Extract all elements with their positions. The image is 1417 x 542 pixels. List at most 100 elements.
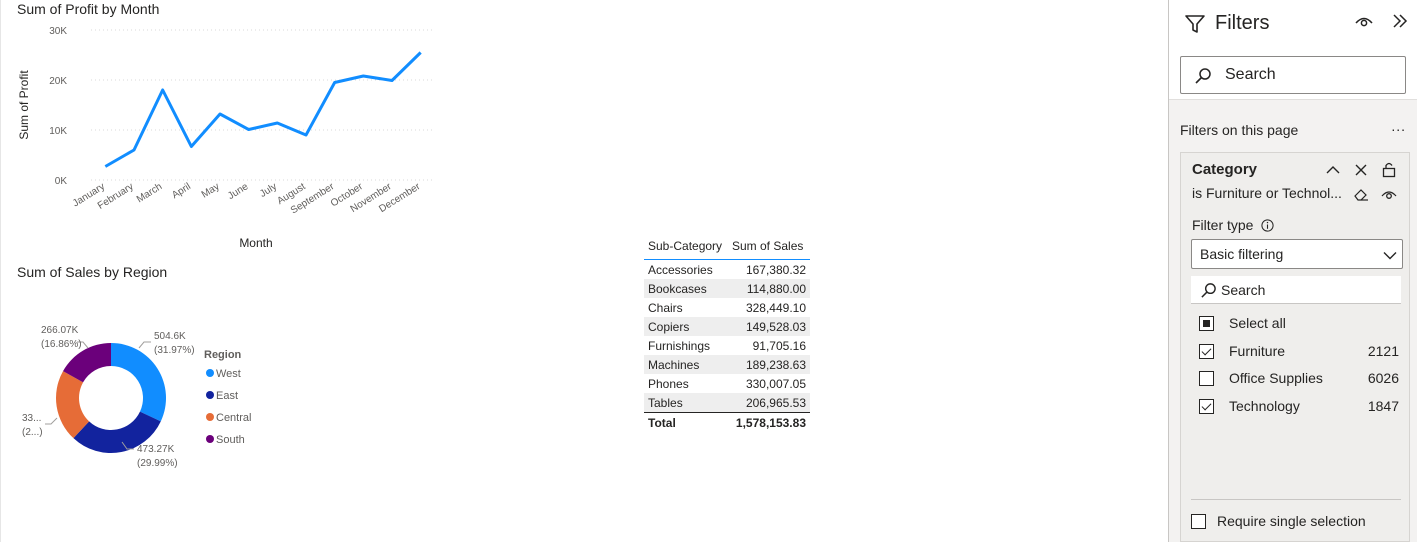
y-tick-label: 30K — [49, 26, 67, 37]
cell-subcategory: Copiers — [648, 319, 690, 334]
option-office-supplies[interactable]: Office Supplies 6026 — [1199, 368, 1399, 388]
chevron-down-icon — [1382, 247, 1398, 263]
legend-item-west[interactable]: West — [216, 368, 241, 380]
cell-sum-of-sales: 114,880.00 — [746, 281, 806, 296]
data-label-percent: (16.86%) — [41, 339, 82, 350]
sales-donut-chart[interactable]: 504.6K (31.97%) 473.27K (29.99%) 33... (2...)… — [1, 290, 301, 490]
table-row[interactable]: Furnishings 91,705.16 — [644, 336, 810, 355]
cell-sum-of-sales: 330,007.05 — [745, 376, 806, 391]
table-header: Sub-Category Sum of Sales — [644, 233, 810, 260]
cell-subcategory: Chairs — [648, 300, 683, 315]
cell-sum-of-sales: 167,380.32 — [745, 262, 806, 277]
info-icon[interactable] — [1261, 219, 1274, 235]
require-single-checkbox[interactable] — [1191, 513, 1206, 529]
filter-search-placeholder: Search — [1221, 281, 1266, 298]
legend-marker — [206, 391, 214, 399]
search-placeholder: Search — [1225, 66, 1276, 83]
cell-sum-of-sales: 206,965.53 — [745, 395, 806, 410]
filters-pane: Filters Search Filters on this page ... … — [1168, 0, 1417, 542]
table-row[interactable]: Copiers 149,528.03 — [644, 317, 810, 336]
option-furniture[interactable]: Furniture 2121 — [1199, 341, 1399, 361]
funnel-icon — [1183, 12, 1207, 36]
table-row[interactable]: Machines 189,238.63 — [644, 355, 810, 374]
eye-icon[interactable] — [1352, 11, 1376, 31]
cell-subcategory: Phones — [648, 376, 689, 391]
cell-sum-of-sales: 189,238.63 — [745, 357, 806, 372]
divider — [1191, 499, 1401, 500]
office-supplies-checkbox[interactable] — [1199, 370, 1214, 386]
sales-table[interactable]: Sub-Category Sum of Sales Accessories 167… — [644, 233, 810, 432]
data-label-value: 504.6K — [154, 331, 186, 342]
table-row[interactable]: Phones 330,007.05 — [644, 374, 810, 393]
data-label-percent: (29.99%) — [137, 458, 178, 469]
filters-body: Filters on this page ... Category is Fur… — [1169, 100, 1417, 542]
eye-icon[interactable] — [1379, 185, 1399, 203]
furniture-checkbox[interactable] — [1199, 343, 1214, 359]
close-icon[interactable] — [1351, 161, 1371, 179]
technology-checkbox[interactable] — [1199, 398, 1214, 414]
filter-type-value: Basic filtering — [1200, 246, 1284, 262]
category-filter-card[interactable]: Category is Furniture or Technol... Filt… — [1180, 152, 1410, 542]
collapse-pane-icon[interactable] — [1388, 9, 1412, 33]
filters-on-this-page-label: Filters on this page — [1180, 122, 1299, 138]
option-label: Select all — [1229, 315, 1286, 331]
x-tick-label: March — [135, 181, 164, 205]
cell-subcategory: Accessories — [648, 262, 713, 277]
data-label-value: 473.27K — [137, 444, 175, 455]
filter-values-search-input[interactable]: Search — [1191, 276, 1401, 304]
x-tick-label: April — [170, 181, 193, 201]
table-row[interactable]: Tables 206,965.53 — [644, 393, 810, 412]
filters-search-input[interactable]: Search — [1180, 56, 1406, 94]
lock-icon[interactable] — [1379, 159, 1399, 179]
x-axis-title: Month — [239, 236, 272, 250]
option-label: Office Supplies — [1229, 370, 1323, 386]
y-tick-label: 20K — [49, 76, 67, 87]
option-select-all[interactable]: Select all — [1199, 313, 1399, 333]
data-label-percent: (31.97%) — [154, 345, 195, 356]
x-tick-label: May — [200, 181, 222, 200]
chevron-up-icon[interactable] — [1323, 161, 1343, 179]
donut-chart-title: Sum of Sales by Region — [17, 264, 168, 280]
cell-subcategory: Tables — [648, 395, 683, 410]
more-options-button[interactable]: ... — [1391, 118, 1406, 134]
option-technology[interactable]: Technology 1847 — [1199, 396, 1399, 416]
filter-type-dropdown[interactable]: Basic filtering — [1191, 239, 1403, 269]
legend-item-south[interactable]: South — [216, 434, 245, 446]
y-tick-label: 0K — [55, 176, 68, 187]
profit-series-line — [104, 51, 422, 168]
table-row[interactable]: Chairs 328,449.10 — [644, 298, 810, 317]
filters-title: Filters — [1215, 12, 1270, 34]
option-label: Furniture — [1229, 343, 1286, 359]
legend-item-east[interactable]: East — [216, 390, 238, 402]
option-label: Technology — [1229, 398, 1300, 414]
y-axis-title: Sum of Profit — [17, 70, 31, 140]
total-label: Total — [648, 415, 676, 430]
filter-type-text: Filter type — [1192, 217, 1254, 233]
option-count: 6026 — [1367, 370, 1399, 386]
column-header-sum-of-sales[interactable]: Sum of Sales — [728, 239, 810, 253]
eraser-icon[interactable] — [1351, 185, 1371, 203]
profit-line-chart[interactable]: 0K10K20K30KJanuaryFebruary March April May J… — [1, 0, 441, 255]
cell-sum-of-sales: 149,528.03 — [745, 319, 806, 334]
cell-sum-of-sales: 91,705.16 — [752, 338, 806, 353]
legend-marker — [206, 413, 214, 421]
search-icon — [1193, 66, 1213, 86]
data-label-value: 266.07K — [41, 325, 79, 336]
legend-item-central[interactable]: Central — [216, 412, 251, 424]
cell-subcategory: Bookcases — [648, 281, 707, 296]
require-single-selection-toggle[interactable]: Require single selection — [1191, 513, 1366, 529]
table-row[interactable]: Bookcases 114,880.00 — [644, 279, 810, 298]
option-count: 2121 — [1367, 343, 1399, 359]
filter-type-label: Filter type — [1192, 217, 1274, 235]
legend-marker — [206, 369, 214, 377]
leader-line — [45, 417, 58, 425]
leader-line — [138, 341, 151, 349]
legend-marker — [206, 435, 214, 443]
cell-subcategory: Machines — [648, 357, 700, 372]
column-header-subcategory[interactable]: Sub-Category — [644, 239, 728, 253]
require-single-label: Require single selection — [1217, 513, 1366, 529]
select-all-checkbox[interactable] — [1199, 315, 1214, 331]
table-row[interactable]: Accessories 167,380.32 — [644, 260, 810, 279]
search-icon — [1199, 281, 1217, 299]
report-canvas: Sum of Profit by Month 0K 10K 20K 30K Januar… — [0, 0, 1168, 542]
